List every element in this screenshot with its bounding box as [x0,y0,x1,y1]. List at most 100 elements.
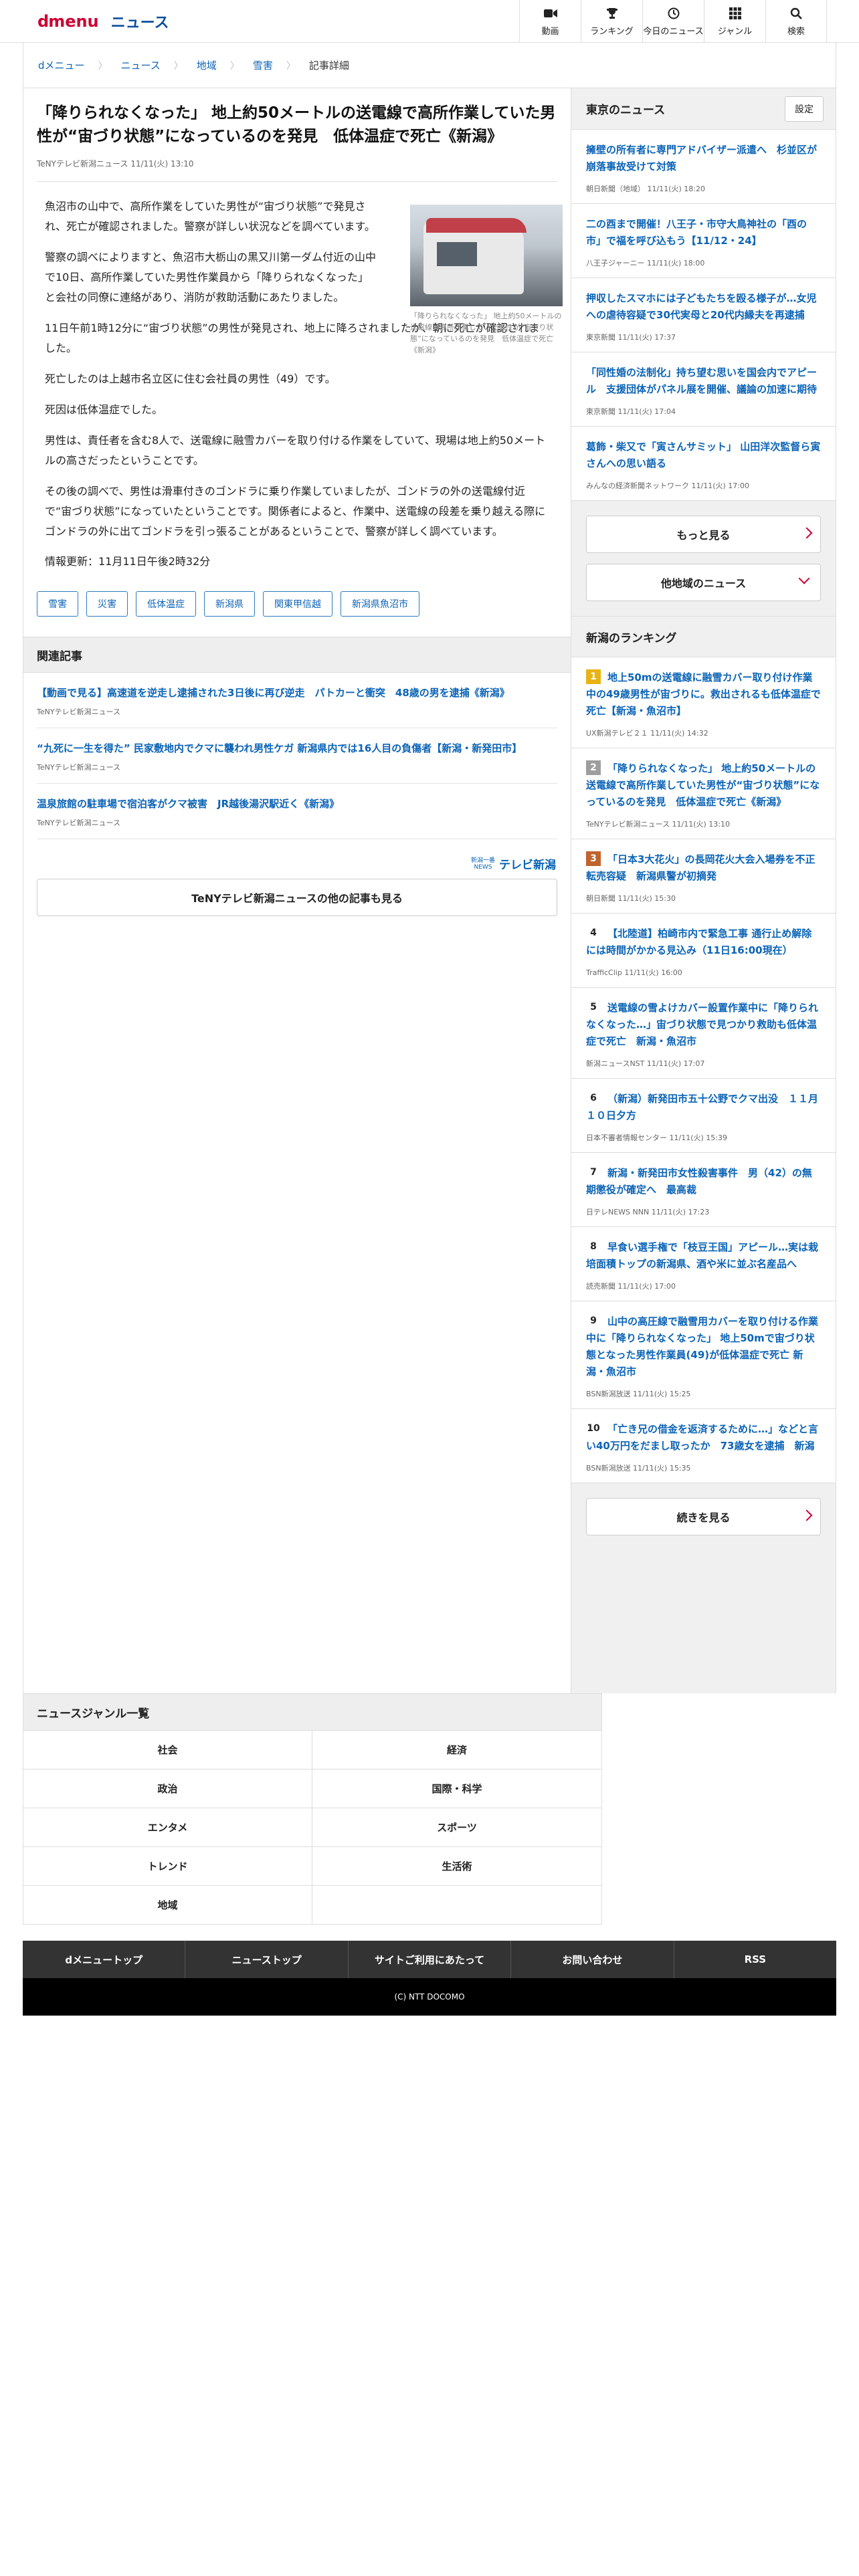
ranking-title[interactable]: 2 「降りられなくなった」 地上約50メートルの送電線で高所作業していた男性が“宙… [586,760,821,811]
nav-today-label: 今日のニュース [643,26,704,37]
breadcrumb-news[interactable]: ニュース [121,58,161,72]
ranking-item[interactable]: 3 「日本3大花火」の長岡花火大会入場券を不正転売容疑 新潟県警が初摘発 朝日新聞… [571,839,836,914]
footer-nav: dメニュートップ ニューストップ サイトご利用にあたって お問い合わせ RSS [23,1941,836,1978]
genre-item[interactable]: 国際・科学 [312,1769,602,1808]
nav-genre[interactable]: ジャンル [704,0,765,43]
news-meta: 東京新聞 11/11(火) 17:37 [586,333,676,342]
ranking-item[interactable]: 10 「亡き兄の借金を返済するために…」などと言い40万円をだまし取ったか 73歳… [571,1409,836,1483]
list-item[interactable]: 温泉旅館の駐車場で宿泊客がクマ被害 JR越後湯沢駅近く《新潟》 TeNYテレビ新… [37,784,557,839]
footer-link[interactable]: お問い合わせ [511,1941,674,1978]
more-articles-button[interactable]: TeNYテレビ新潟ニュースの他の記事も見る [37,879,557,916]
list-item[interactable]: 二の酉まで開催！八王子・市守大鳥神社の「酉の市」で福を呼び込もう【11/12・2… [571,204,836,278]
related-title[interactable]: “九死に一生を得た” 民家敷地内でクマに襲われ男性ケガ 新潟県内では16人目の負… [37,740,557,756]
article-photo[interactable] [410,205,563,306]
genre-list: ニュースジャンル一覧 社会 経済 政治 国際・科学 エンタメ スポーツ トレンド… [23,1693,602,1925]
chevron-right-icon: 〉 [286,60,296,72]
ranking-item[interactable]: 2 「降りられなくなった」 地上約50メートルの送電線で高所作業していた男性が“宙… [571,748,836,839]
tag-item[interactable]: 新潟県魚沼市 [341,591,419,617]
related-title[interactable]: 温泉旅館の駐車場で宿泊客がクマ被害 JR越後湯沢駅近く《新潟》 [37,796,557,812]
source-logo[interactable]: 新潟一番 NEWS テレビ新潟 [23,839,571,873]
ranking-title-text: 「降りられなくなった」 地上約50メートルの送電線で高所作業していた男性が“宙づ… [586,762,820,808]
rank-badge: 2 [586,760,601,775]
ranking-header: 新潟のランキング [571,616,836,657]
grid-icon [729,7,741,20]
breadcrumb: dメニュー 〉 ニュース 〉 地域 〉 雪害 〉 記事詳細 [23,43,836,88]
list-item[interactable]: 「同性婚の法制化」持ち望む思いを国会内でアピール 支援団体がパネル展を開催、議論… [571,352,836,427]
news-title[interactable]: 葛飾・柴又で「寅さんサミット」 山田洋次監督ら寅さんへの思い語る [586,439,821,472]
tag-item[interactable]: 災害 [86,591,128,617]
genre-item[interactable]: 生活術 [312,1847,602,1886]
clock-icon [668,7,680,20]
ranking-title[interactable]: 8 早食い選手権で「枝豆王国」アピール…実は栽培面積トップの新潟県、酒や米に並ぶ名… [586,1239,821,1273]
tag-item[interactable]: 新潟県 [204,591,255,617]
ranking-title[interactable]: 1 地上50mの送電線に融雪カバー取り付け作業中の49歳男性が宙づりに。救出される… [586,669,821,720]
ranking-title[interactable]: 7 新潟・新発田市女性殺害事件 男（42）の無期懲役が確定へ 最高裁 [586,1165,821,1198]
list-item[interactable]: 押収したスマホには子どもたちを殴る様子が…女児への虐待容疑で30代実母と20代内… [571,278,836,352]
news-title[interactable]: 押収したスマホには子どもたちを殴る様子が…女児への虐待容疑で30代実母と20代内… [586,290,821,324]
news-title[interactable]: 「同性婚の法制化」持ち望む思いを国会内でアピール 支援団体がパネル展を開催、議論… [586,364,821,398]
news-title[interactable]: 二の酉まで開催！八王子・市守大鳥神社の「酉の市」で福を呼び込もう【11/12・2… [586,216,821,249]
genre-item[interactable]: 政治 [23,1769,312,1808]
other-region-button[interactable]: 他地域のニュース [586,564,821,601]
chevron-right-icon [801,1509,813,1521]
breadcrumb-dmenu[interactable]: dメニュー [38,58,85,72]
related-meta: TeNYテレビ新潟ニュース [37,763,121,772]
more-button[interactable]: もっと見る [586,516,821,553]
list-item[interactable]: “九死に一生を得た” 民家敷地内でクマに襲われ男性ケガ 新潟県内では16人目の負… [37,728,557,784]
genre-item[interactable]: エンタメ [23,1808,312,1847]
ranking-title[interactable]: 6 （新潟）新発田市五十公野でクマ出没 １１月１０日夕方 [586,1091,821,1124]
logo-menu: menu [48,12,99,31]
ranking-item[interactable]: 8 早食い選手権で「枝豆王国」アピール…実は栽培面積トップの新潟県、酒や米に並ぶ名… [571,1227,836,1301]
article-figure[interactable]: 「降りられなくなった」 地上約50メートルの送電線で高所作業していた男性が“宙づ… [410,205,563,356]
tag-item[interactable]: 低体温症 [136,591,196,617]
genre-item[interactable]: スポーツ [312,1808,602,1847]
trophy-icon [606,7,618,20]
ranking-item[interactable]: 4 【北陸道】柏崎市内で緊急工事 通行止め解除には時間がかかる見込み（11日16:… [571,914,836,988]
logo-news[interactable]: ニュース [111,11,169,32]
related-meta: TeNYテレビ新潟ニュース [37,708,121,716]
ranking-title[interactable]: 10 「亡き兄の借金を返済するために…」などと言い40万円をだまし取ったか 73歳… [586,1421,821,1455]
footer-link[interactable]: サイトご利用にあたって [349,1941,512,1978]
tag-item[interactable]: 雪害 [37,591,78,617]
ranking-title[interactable]: 9 山中の高圧線で融雪用カバーを取り付ける作業中に「降りられなくなった」 地上50… [586,1313,821,1380]
nav-ranking[interactable]: ランキング [581,0,642,43]
dmenu-logo[interactable]: d menu ニュース [37,9,169,33]
breadcrumb-current: 記事詳細 [308,60,349,72]
ranking-title[interactable]: 5 送電線の雪よけカバー設置作業中に「降りられなくなった…」宙づり状態で見つかり救… [586,1000,821,1050]
genre-item[interactable]: 地域 [23,1886,312,1925]
site-header: d menu ニュース 動画 ランキング 今日のニュース ジャンル 検索 [0,0,859,43]
tag-item[interactable]: 関東甲信越 [263,591,332,617]
breadcrumb-region[interactable]: 地域 [197,58,217,72]
list-item[interactable]: 葛飾・柴又で「寅さんサミット」 山田洋次監督ら寅さんへの思い語る みんなの経済新… [571,427,836,501]
rank-badge: 5 [586,1000,601,1014]
continue-button[interactable]: 続きを見る [586,1498,821,1535]
continue-label: 続きを見る [676,1511,731,1524]
ranking-item[interactable]: 1 地上50mの送電線に融雪カバー取り付け作業中の49歳男性が宙づりに。救出される… [571,657,836,748]
ranking-item[interactable]: 5 送電線の雪よけカバー設置作業中に「降りられなくなった…」宙づり状態で見つかり救… [571,988,836,1079]
related-title[interactable]: 【動画で見る】高速道を逆走し逮捕された3日後に再び逆走 パトカーと衝突 48歳の… [37,685,557,701]
footer-link[interactable]: ニューストップ [185,1941,349,1978]
list-item[interactable]: 擁壁の所有者に専門アドバイザー派遣へ 杉並区が崩落事故受けて対策 朝日新聞（地域… [571,130,836,204]
ranking-title[interactable]: 4 【北陸道】柏崎市内で緊急工事 通行止め解除には時間がかかる見込み（11日16:… [586,926,821,959]
nav-search-label: 検索 [787,26,805,37]
nav-today[interactable]: 今日のニュース [642,0,704,43]
ranking-title[interactable]: 3 「日本3大花火」の長岡花火大会入場券を不正転売容疑 新潟県警が初摘発 [586,851,821,885]
list-item[interactable]: 【動画で見る】高速道を逆走し逮捕された3日後に再び逆走 パトカーと衝突 48歳の… [37,673,557,728]
footer-link[interactable]: RSS [674,1941,836,1978]
chevron-right-icon [801,527,813,539]
ranking-item[interactable]: 7 新潟・新発田市女性殺害事件 男（42）の無期懲役が確定へ 最高裁 日テレNEW… [571,1153,836,1227]
genre-item[interactable]: 経済 [312,1731,602,1769]
news-title[interactable]: 擁壁の所有者に専門アドバイザー派遣へ 杉並区が崩落事故受けて対策 [586,142,821,175]
settings-button[interactable]: 設定 [785,96,824,122]
search-icon [790,7,802,20]
nav-video[interactable]: 動画 [519,0,581,43]
breadcrumb-snow-damage[interactable]: 雪害 [253,58,273,72]
logo-d: d [37,12,49,31]
genre-item[interactable]: 社会 [23,1731,312,1769]
genre-item[interactable]: トレンド [23,1847,312,1886]
ranking-item[interactable]: 6 （新潟）新発田市五十公野でクマ出没 １１月１０日夕方 日本不審者情報センター … [571,1079,836,1153]
ranking-item[interactable]: 9 山中の高圧線で融雪用カバーを取り付ける作業中に「降りられなくなった」 地上50… [571,1301,836,1409]
nav-video-label: 動画 [541,26,559,37]
footer-link[interactable]: dメニュートップ [23,1941,186,1978]
nav-search[interactable]: 検索 [765,0,827,43]
